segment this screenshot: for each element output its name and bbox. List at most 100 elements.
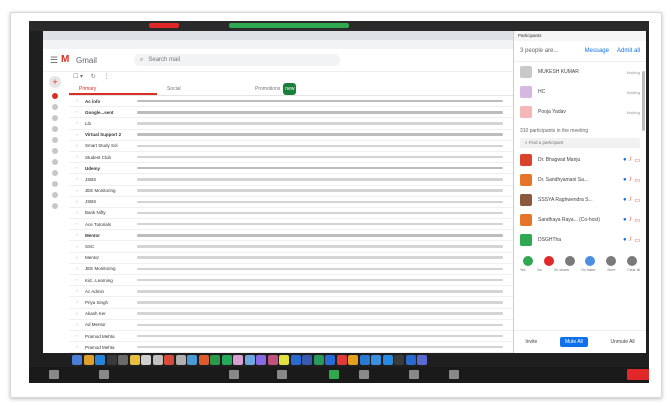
dock-app-icon[interactable] (417, 355, 427, 365)
email-row[interactable]: ☆ Pramod Mehta (69, 331, 513, 343)
inbox-icon[interactable] (52, 93, 58, 99)
waiting-participant[interactable]: HC Waiting (514, 82, 646, 102)
muted-mic-icon[interactable]: / (630, 157, 632, 163)
mute-all-button[interactable]: Mute All (559, 337, 588, 347)
dock-app-icon[interactable] (95, 355, 105, 365)
dock-app-icon[interactable] (175, 355, 186, 365)
label-icon[interactable] (52, 203, 58, 209)
unmute-all-button[interactable]: Unmute All (610, 339, 634, 345)
dock-app-icon[interactable] (405, 355, 416, 365)
star-icon[interactable]: ☆ (69, 165, 85, 171)
microphone-icon[interactable]: ● (623, 197, 627, 203)
dock-app-icon[interactable] (394, 355, 404, 365)
star-icon[interactable]: ☆ (69, 98, 85, 104)
mute-icon[interactable] (49, 370, 59, 379)
select-all-checkbox[interactable]: ☐ ▾ (73, 74, 83, 80)
email-row[interactable]: ☆ SSC (69, 241, 513, 253)
drafts-icon[interactable] (52, 137, 58, 143)
dock-app-icon[interactable] (198, 355, 209, 365)
tab-social[interactable]: Social (157, 83, 245, 95)
dock-app-icon[interactable] (371, 355, 381, 365)
star-icon[interactable]: ☆ (69, 199, 85, 205)
star-icon[interactable]: ☆ (69, 244, 85, 250)
dock-app-icon[interactable] (256, 355, 266, 365)
email-row[interactable]: ☆ Kid...Learning (69, 275, 513, 287)
email-row[interactable]: ☆ Ad Mentor (69, 320, 513, 331)
reactions-icon[interactable] (449, 370, 459, 379)
more-options-icon[interactable]: ⋮ (103, 74, 109, 80)
star-icon[interactable]: ☆ (69, 232, 85, 238)
muted-mic-icon[interactable]: / (630, 217, 632, 223)
star-icon[interactable]: ☆ (69, 188, 85, 194)
video-off-icon[interactable]: ▭ (634, 157, 640, 164)
panel-scrollbar[interactable] (642, 71, 645, 131)
more-icon[interactable] (52, 148, 58, 154)
star-icon[interactable]: ☆ (69, 288, 85, 294)
email-row[interactable]: ☆ Lib (69, 118, 513, 130)
tab-primary[interactable]: Primary (69, 83, 157, 95)
dock-app-icon[interactable] (279, 355, 289, 365)
email-row[interactable]: ☆ JEE Monitoring (69, 264, 513, 275)
star-icon[interactable]: ☆ (69, 176, 85, 182)
dock-app-icon[interactable] (106, 355, 117, 365)
gmail-logo-icon[interactable]: M (61, 55, 73, 65)
star-icon[interactable]: ☆ (69, 255, 85, 261)
record-icon[interactable] (409, 370, 419, 379)
starred-icon[interactable] (52, 104, 58, 110)
video-icon[interactable] (99, 370, 109, 379)
dock-app-icon[interactable] (313, 355, 324, 365)
muted-mic-icon[interactable]: / (630, 197, 632, 203)
star-icon[interactable]: ☆ (69, 143, 85, 149)
security-icon[interactable] (229, 370, 239, 379)
feedback-no-icon[interactable] (543, 256, 554, 266)
muted-mic-icon[interactable]: / (630, 237, 632, 243)
dock-app-icon[interactable] (267, 355, 278, 365)
waiting-participant[interactable]: Pooja Yadav Waiting (514, 102, 646, 122)
participant-row[interactable]: SSSYA Raghwendra S... ● / ▭ (514, 190, 646, 210)
dock-app-icon[interactable] (359, 355, 370, 365)
invite-button[interactable]: Invite (525, 339, 537, 345)
star-icon[interactable]: ☆ (69, 109, 85, 115)
email-row[interactable]: ☆ Udemy (69, 163, 513, 175)
dock-app-icon[interactable] (83, 355, 94, 365)
waiting-participant[interactable]: MUKESH KUMAR Waiting (514, 62, 646, 82)
star-icon[interactable]: ☆ (69, 221, 85, 227)
microphone-icon[interactable]: ● (623, 217, 627, 223)
participant-row[interactable]: Sandhaya Raya... (Co-host) ● / ▭ (514, 210, 646, 230)
dock-app-icon[interactable] (210, 355, 220, 365)
participant-row[interactable]: DSGHTha ● / ▭ (514, 230, 646, 250)
microphone-icon[interactable]: ● (623, 177, 627, 183)
menu-icon[interactable]: ☰ (47, 55, 61, 66)
email-row[interactable]: ☆ Pramod Mehta (69, 342, 513, 353)
dock-app-icon[interactable] (244, 355, 255, 365)
email-row[interactable]: ☆ Priya Singh (69, 297, 513, 309)
chat-icon[interactable] (359, 370, 369, 379)
feedback-go-slower-icon[interactable] (564, 256, 575, 266)
label-icon[interactable] (52, 159, 58, 165)
label-icon[interactable] (52, 170, 58, 176)
email-row[interactable]: ☆ Ace Tutorials (69, 219, 513, 231)
message-button[interactable]: Message (585, 48, 609, 54)
dock-app-icon[interactable] (164, 355, 174, 365)
dock-app-icon[interactable] (221, 355, 232, 365)
dock-app-icon[interactable] (233, 355, 243, 365)
address-bar[interactable] (43, 40, 513, 49)
email-row[interactable]: ☆ Mentor (69, 253, 513, 264)
share-screen-icon[interactable] (329, 370, 339, 379)
star-icon[interactable]: ☆ (69, 333, 85, 339)
end-meeting-button[interactable] (627, 369, 649, 380)
email-row[interactable]: ☆ Mentor (69, 230, 513, 242)
video-off-icon[interactable]: ▭ (634, 197, 640, 204)
dock-app-icon[interactable] (187, 355, 197, 365)
label-icon[interactable] (52, 181, 58, 187)
compose-icon[interactable]: + (49, 76, 61, 88)
dock-app-icon[interactable] (336, 355, 347, 365)
dock-app-icon[interactable] (152, 355, 163, 365)
feedback-clear-all-icon[interactable] (626, 256, 637, 266)
feedback-yes-icon[interactable] (523, 256, 534, 266)
star-icon[interactable]: ☆ (69, 322, 85, 328)
dock-app-icon[interactable] (72, 355, 82, 365)
star-icon[interactable]: ☆ (69, 299, 85, 305)
dock-app-icon[interactable] (129, 355, 140, 365)
dock-app-icon[interactable] (118, 355, 128, 365)
